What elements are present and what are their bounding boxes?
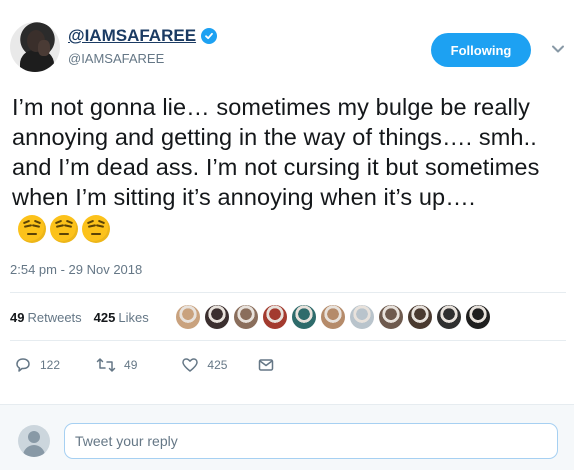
tweet-timestamp[interactable]: 2:54 pm - 29 Nov 2018 (10, 262, 142, 277)
liker-avatar[interactable] (262, 304, 288, 330)
current-user-avatar (18, 425, 50, 457)
retweets-stat[interactable]: 49 Retweets (10, 310, 82, 325)
user-name-block: @IAMSAFAREE @IAMSAFAREE (68, 26, 218, 66)
user-display-name-link[interactable]: @IAMSAFAREE (68, 26, 218, 46)
like-count: 425 (207, 358, 228, 372)
user-display-name[interactable]: @IAMSAFAREE (68, 26, 196, 46)
tweet-header: @IAMSAFAREE @IAMSAFAREE Following (10, 22, 564, 82)
liker-avatar[interactable] (407, 304, 433, 330)
retweet-icon (96, 358, 116, 372)
user-avatar[interactable] (10, 22, 60, 72)
pensive-face-icon (50, 214, 78, 243)
tweet-stats: 49 Retweets 425 Likes (10, 300, 161, 334)
liker-avatar[interactable] (349, 304, 375, 330)
likes-label: Likes (118, 309, 149, 325)
reply-input[interactable] (64, 423, 558, 459)
pensive-face-icon (18, 214, 46, 243)
liker-avatar[interactable] (465, 304, 491, 330)
retweet-count: 49 (124, 358, 138, 372)
retweet-action[interactable]: 49 (96, 356, 137, 374)
direct-message-action[interactable] (257, 356, 275, 374)
retweets-count: 49 (10, 309, 25, 325)
reply-count: 122 (40, 358, 61, 372)
divider (10, 292, 566, 293)
user-handle: @IAMSAFAREE (68, 51, 165, 66)
emoji-group (18, 214, 110, 243)
liker-avatars (175, 304, 491, 330)
reply-action[interactable]: 122 (14, 356, 60, 374)
likes-count: 425 (93, 309, 116, 325)
pensive-face-icon (82, 214, 110, 243)
envelope-icon (259, 359, 274, 371)
liker-avatar[interactable] (291, 304, 317, 330)
like-action[interactable]: 425 (181, 356, 227, 374)
reply-icon (16, 358, 30, 372)
tweet-actions: 122 49 425 (10, 355, 275, 375)
verified-badge-icon (201, 28, 218, 44)
tweet-text-container: I’m not gonna lie… sometimes my bulge be… (12, 92, 562, 243)
liker-avatar[interactable] (378, 304, 404, 330)
heart-icon (182, 358, 199, 372)
liker-avatar[interactable] (233, 304, 259, 330)
divider (10, 340, 566, 341)
liker-avatar[interactable] (320, 304, 346, 330)
liker-avatar[interactable] (436, 304, 462, 330)
liker-avatar[interactable] (204, 304, 230, 330)
following-button[interactable]: Following (431, 33, 531, 67)
likes-stat[interactable]: 425 Likes (94, 310, 149, 325)
retweets-label: Retweets (27, 309, 82, 325)
tweet-text: I’m not gonna lie… sometimes my bulge be… (12, 94, 540, 210)
chevron-down-icon[interactable] (549, 40, 567, 58)
liker-avatar[interactable] (175, 304, 201, 330)
reply-bar (0, 404, 574, 470)
